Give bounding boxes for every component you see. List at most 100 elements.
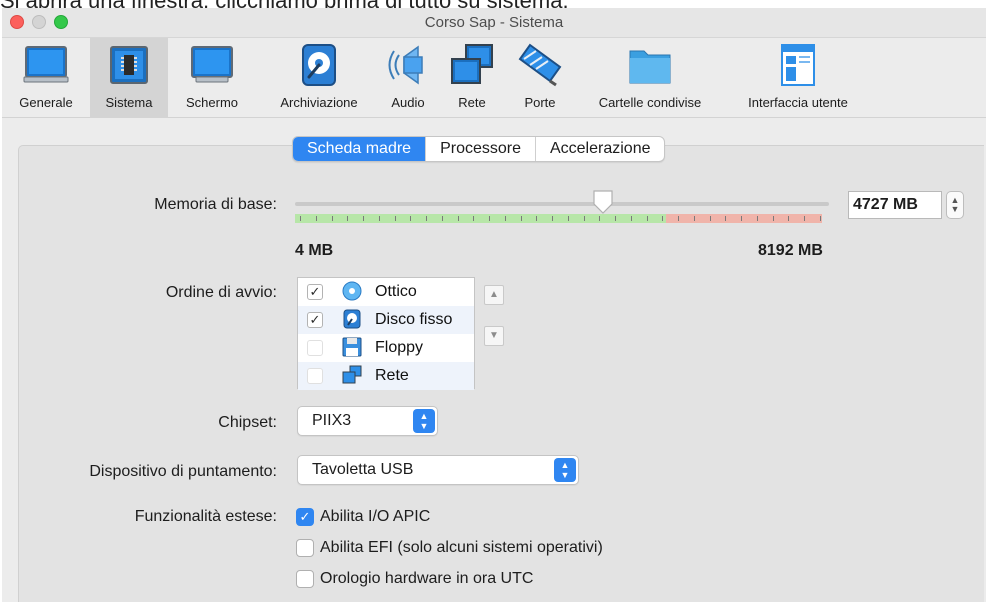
chevron-updown-icon: ▲ ▼ [554, 458, 576, 482]
boot-item-name: Floppy [375, 339, 424, 356]
hard-disk-icon [343, 309, 361, 329]
memory-max-label: 8192 MB [758, 242, 823, 259]
boot-checkbox[interactable] [307, 368, 323, 384]
scale-tick [300, 216, 301, 221]
chipset-select[interactable]: PIIX3 ▲ ▼ [297, 406, 438, 436]
efi-checkbox[interactable] [296, 539, 314, 557]
shared-folder-icon [629, 50, 671, 84]
scale-tick [410, 216, 412, 221]
scale-tick [378, 216, 380, 221]
toolbar-label: Sistema [105, 95, 153, 110]
pointing-device-label: Dispositivo di puntamento: [89, 463, 277, 480]
scale-tick [583, 216, 585, 221]
scale-tick [788, 216, 790, 221]
network-icon [342, 365, 362, 384]
toolbar-item-schermo[interactable]: Schermo [168, 38, 256, 118]
extended-features-label: Funzionalità estese: [134, 508, 277, 525]
scale-tick [693, 216, 695, 221]
boot-item-name: Disco fisso [375, 311, 453, 328]
scale-tick [567, 216, 569, 221]
memory-scale-excessive [666, 214, 822, 223]
toolbar-label: Rete [458, 95, 486, 110]
scale-tick [646, 216, 648, 221]
speaker-icon [388, 45, 423, 85]
pointing-device-select[interactable]: Tavoletta USB ▲ ▼ [297, 455, 579, 485]
memory-scale-recommended [295, 214, 666, 223]
boot-item-name: Ottico [375, 283, 417, 300]
scale-tick [709, 216, 711, 221]
scale-tick [441, 216, 443, 221]
boot-checkbox[interactable]: ✓ [307, 284, 323, 300]
boot-item-rete[interactable]: Rete [298, 362, 474, 390]
utc-clock-checkbox[interactable] [296, 570, 314, 588]
boot-item-disco-fisso[interactable]: ✓ Disco fisso [298, 306, 474, 334]
scale-tick [363, 216, 365, 221]
toolbar-label: Generale [19, 95, 73, 110]
scale-tick [662, 216, 664, 221]
scale-tick [615, 216, 617, 221]
toolbar-label: Porte [524, 95, 556, 110]
monitor-icon [23, 46, 69, 83]
memory-slider-track[interactable] [295, 202, 829, 206]
scale-tick [804, 216, 806, 221]
scale-tick [504, 216, 506, 221]
toolbar-item-generale[interactable]: Generale [2, 38, 90, 118]
move-down-button[interactable]: ▼ [484, 326, 504, 346]
scale-tick [599, 216, 601, 221]
toolbar-item-interfaccia-utente[interactable]: Interfaccia utente [728, 38, 868, 118]
memory-label: Memoria di base: [154, 196, 277, 213]
scale-tick [756, 216, 758, 221]
chipset-value: PIIX3 [312, 412, 352, 429]
move-up-button[interactable]: ▲ [484, 285, 504, 305]
toolbar-item-rete[interactable]: Rete [442, 38, 502, 118]
efi-label: Abilita EFI (solo alcuni sistemi operati… [320, 539, 603, 556]
toolbar-label: Schermo [185, 95, 239, 110]
memory-value-input[interactable]: 4727 MB [848, 191, 942, 219]
chipset-label: Chipset: [218, 414, 277, 431]
toolbar-label: Audio [391, 95, 425, 110]
tab-scheda-madre[interactable]: Scheda madre [293, 137, 426, 161]
storage-disk-icon [302, 44, 336, 86]
scale-tick [457, 216, 459, 221]
boot-checkbox[interactable] [307, 340, 323, 356]
title-bar: Corso Sap - Sistema [2, 8, 986, 38]
boot-checkbox[interactable]: ✓ [307, 312, 323, 328]
scale-tick [536, 216, 538, 221]
toolbar-label: Interfaccia utente [748, 95, 848, 110]
toolbar-item-archiviazione[interactable]: Archiviazione [264, 38, 374, 118]
pointing-device-value: Tavoletta USB [312, 461, 414, 478]
scale-tick [772, 216, 774, 221]
toolbar-label: Cartelle condivise [598, 95, 702, 110]
scale-tick [630, 216, 632, 221]
scale-tick [394, 216, 396, 221]
boot-item-name: Rete [375, 367, 409, 384]
network-icon [451, 44, 493, 84]
scale-tick [473, 216, 475, 221]
scale-tick [489, 216, 491, 221]
optical-disc-icon [342, 281, 362, 301]
user-interface-icon [781, 44, 815, 86]
boot-item-ottico[interactable]: ✓ Ottico [298, 278, 474, 306]
tab-processore[interactable]: Processore [425, 137, 535, 161]
window-title: Corso Sap - Sistema [424, 14, 564, 31]
boot-item-floppy[interactable]: Floppy [298, 334, 474, 362]
scale-tick [725, 216, 727, 221]
boot-order-label: Ordine di avvio: [165, 284, 277, 301]
chevron-updown-icon: ▲ ▼ [413, 409, 435, 433]
display-icon [191, 46, 233, 83]
toolbar-item-cartelle-condivise[interactable]: Cartelle condivise [580, 38, 720, 118]
scale-tick [315, 216, 317, 221]
toolbar-item-porte[interactable]: Porte [508, 38, 572, 118]
tab-accelerazione[interactable]: Accelerazione [534, 137, 664, 161]
settings-toolbar: Generale Sistema Schermo Archiviazione A… [2, 38, 986, 118]
memory-slider-thumb[interactable] [592, 189, 614, 215]
toolbar-item-audio[interactable]: Audio [378, 38, 438, 118]
memory-min-label: 4 MB [295, 242, 334, 259]
utc-clock-label: Orologio hardware in ora UTC [320, 570, 534, 587]
io-apic-checkbox[interactable]: ✓ [296, 508, 314, 526]
toolbar-label: Archiviazione [280, 95, 358, 110]
memory-stepper[interactable]: ▲ ▼ [946, 191, 964, 219]
toolbar-item-sistema[interactable]: Sistema [90, 38, 168, 118]
document-text-cropped: Si aprirà una finestra, clicchiamo prima… [0, 0, 986, 8]
chip-icon [110, 46, 148, 84]
